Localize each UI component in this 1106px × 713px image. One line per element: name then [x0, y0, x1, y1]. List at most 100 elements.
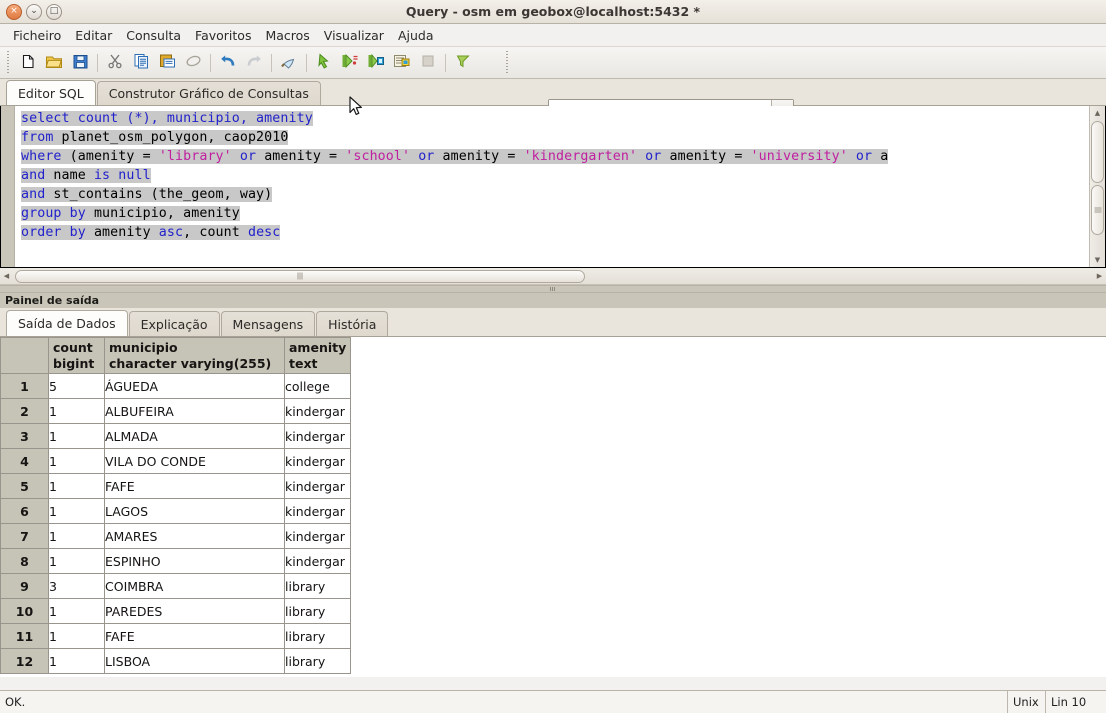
- table-row[interactable]: 3 1 ALMADA kindergar: [0, 423, 352, 449]
- tab-graphical-query-builder[interactable]: Construtor Gráfico de Consultas: [96, 81, 321, 105]
- menu-ficheiro[interactable]: Ficheiro: [6, 26, 68, 45]
- table-row[interactable]: 7 1 AMARES kindergar: [0, 523, 352, 549]
- toolbar-drag-handle[interactable]: [3, 50, 12, 75]
- cell-municipio[interactable]: PAREDES: [104, 598, 285, 624]
- open-file-button[interactable]: [41, 50, 67, 76]
- cell-municipio[interactable]: VILA DO CONDE: [104, 448, 285, 474]
- paste-button[interactable]: [154, 50, 180, 76]
- cell-amenity[interactable]: kindergar: [283, 548, 352, 574]
- cell-municipio[interactable]: FAFE: [104, 473, 285, 499]
- new-query-button[interactable]: [15, 50, 41, 76]
- table-row[interactable]: 12 1 LISBOA library: [0, 648, 352, 674]
- minimize-window-button[interactable]: ⌄: [26, 3, 42, 20]
- tab-mensagens[interactable]: Mensagens: [220, 311, 316, 336]
- cell-municipio[interactable]: AMARES: [104, 523, 285, 549]
- macros-button[interactable]: [450, 50, 476, 76]
- editor-vscroll-track[interactable]: [1090, 119, 1105, 254]
- cell-count[interactable]: 1: [48, 523, 105, 549]
- grid-corner-cell[interactable]: [0, 337, 49, 374]
- cell-count[interactable]: 1: [48, 423, 105, 449]
- cell-count[interactable]: 3: [48, 573, 105, 599]
- row-number-cell[interactable]: 9: [0, 573, 49, 599]
- editor-vscroll-thumb-upper[interactable]: [1091, 121, 1104, 183]
- menu-visualizar[interactable]: Visualizar: [317, 26, 391, 45]
- sql-code-text[interactable]: select count (*), municipio, amenity from…: [15, 106, 1089, 267]
- cell-amenity[interactable]: kindergar: [283, 423, 352, 449]
- cell-count[interactable]: 1: [48, 473, 105, 499]
- editor-vertical-scrollbar[interactable]: ▲ ▼: [1089, 106, 1105, 267]
- table-row[interactable]: 9 3 COIMBRA library: [0, 573, 352, 599]
- column-header-count[interactable]: count bigint: [48, 337, 105, 374]
- row-number-cell[interactable]: 6: [0, 498, 49, 524]
- table-row[interactable]: 2 1 ALBUFEIRA kindergar: [0, 398, 352, 424]
- close-window-button[interactable]: ×: [6, 3, 22, 20]
- redo-button[interactable]: [241, 50, 267, 76]
- cell-amenity[interactable]: kindergar: [283, 498, 352, 524]
- row-number-cell[interactable]: 1: [0, 373, 49, 399]
- sql-editor[interactable]: select count (*), municipio, amenity from…: [0, 106, 1106, 268]
- cell-municipio[interactable]: ALBUFEIRA: [104, 398, 285, 424]
- row-number-cell[interactable]: 8: [0, 548, 49, 574]
- cell-amenity[interactable]: kindergar: [283, 473, 352, 499]
- scroll-down-icon[interactable]: ▼: [1095, 254, 1100, 266]
- cell-municipio[interactable]: LISBOA: [104, 648, 285, 674]
- row-number-cell[interactable]: 12: [0, 648, 49, 674]
- scroll-left-icon[interactable]: ◀: [0, 272, 13, 280]
- cell-count[interactable]: 1: [48, 623, 105, 649]
- explain-query-button[interactable]: [363, 50, 389, 76]
- row-number-cell[interactable]: 5: [0, 473, 49, 499]
- cell-count[interactable]: 1: [48, 548, 105, 574]
- cell-amenity[interactable]: library: [283, 573, 352, 599]
- table-row[interactable]: 1 5 ÁGUEDA college: [0, 373, 352, 399]
- row-number-cell[interactable]: 7: [0, 523, 49, 549]
- undo-button[interactable]: [215, 50, 241, 76]
- editor-hscroll-track[interactable]: [13, 269, 1093, 284]
- editor-vscroll-thumb[interactable]: [1091, 185, 1104, 235]
- cell-amenity[interactable]: library: [283, 623, 352, 649]
- column-header-amenity[interactable]: amenity text: [283, 337, 352, 374]
- table-row[interactable]: 10 1 PAREDES library: [0, 598, 352, 624]
- editor-hscroll-thumb[interactable]: [15, 269, 585, 283]
- panel-splitter[interactable]: [0, 285, 1106, 293]
- cell-municipio[interactable]: FAFE: [104, 623, 285, 649]
- scroll-up-icon[interactable]: ▲: [1095, 107, 1100, 119]
- cell-municipio[interactable]: LAGOS: [104, 498, 285, 524]
- clear-window-button[interactable]: [180, 50, 206, 76]
- menu-ajuda[interactable]: Ajuda: [391, 26, 441, 45]
- cell-count[interactable]: 1: [48, 398, 105, 424]
- table-row[interactable]: 4 1 VILA DO CONDE kindergar: [0, 448, 352, 474]
- cell-municipio[interactable]: ÁGUEDA: [104, 373, 285, 399]
- cell-municipio[interactable]: COIMBRA: [104, 573, 285, 599]
- explain-analyze-button[interactable]: [389, 50, 415, 76]
- cell-amenity[interactable]: library: [283, 598, 352, 624]
- cell-amenity[interactable]: college: [283, 373, 352, 399]
- table-row[interactable]: 8 1 ESPINHO kindergar: [0, 548, 352, 574]
- cell-count[interactable]: 1: [48, 598, 105, 624]
- row-number-cell[interactable]: 10: [0, 598, 49, 624]
- column-header-municipio[interactable]: municipio character varying(255): [104, 337, 285, 374]
- cell-count[interactable]: 1: [48, 448, 105, 474]
- toolbar-drag-handle-2[interactable]: [502, 50, 511, 75]
- row-number-cell[interactable]: 2: [0, 398, 49, 424]
- stop-button[interactable]: [415, 50, 441, 76]
- cell-count[interactable]: 1: [48, 648, 105, 674]
- row-number-cell[interactable]: 3: [0, 423, 49, 449]
- menu-macros[interactable]: Macros: [258, 26, 316, 45]
- row-number-cell[interactable]: 4: [0, 448, 49, 474]
- scroll-right-icon[interactable]: ▶: [1093, 272, 1106, 280]
- table-row[interactable]: 11 1 FAFE library: [0, 623, 352, 649]
- execute-to-file-button[interactable]: [337, 50, 363, 76]
- menu-consulta[interactable]: Consulta: [119, 26, 188, 45]
- editor-horizontal-scrollbar[interactable]: ◀ ▶: [0, 268, 1106, 285]
- row-number-cell[interactable]: 11: [0, 623, 49, 649]
- save-file-button[interactable]: [67, 50, 93, 76]
- cell-amenity[interactable]: library: [283, 648, 352, 674]
- cut-button[interactable]: [102, 50, 128, 76]
- maximize-window-button[interactable]: □: [46, 3, 62, 20]
- data-output-grid[interactable]: count bigint municipio character varying…: [0, 337, 1106, 677]
- cell-municipio[interactable]: ESPINHO: [104, 548, 285, 574]
- find-replace-button[interactable]: [276, 50, 302, 76]
- cell-count[interactable]: 5: [48, 373, 105, 399]
- tab-historia[interactable]: História: [316, 311, 389, 336]
- cell-amenity[interactable]: kindergar: [283, 398, 352, 424]
